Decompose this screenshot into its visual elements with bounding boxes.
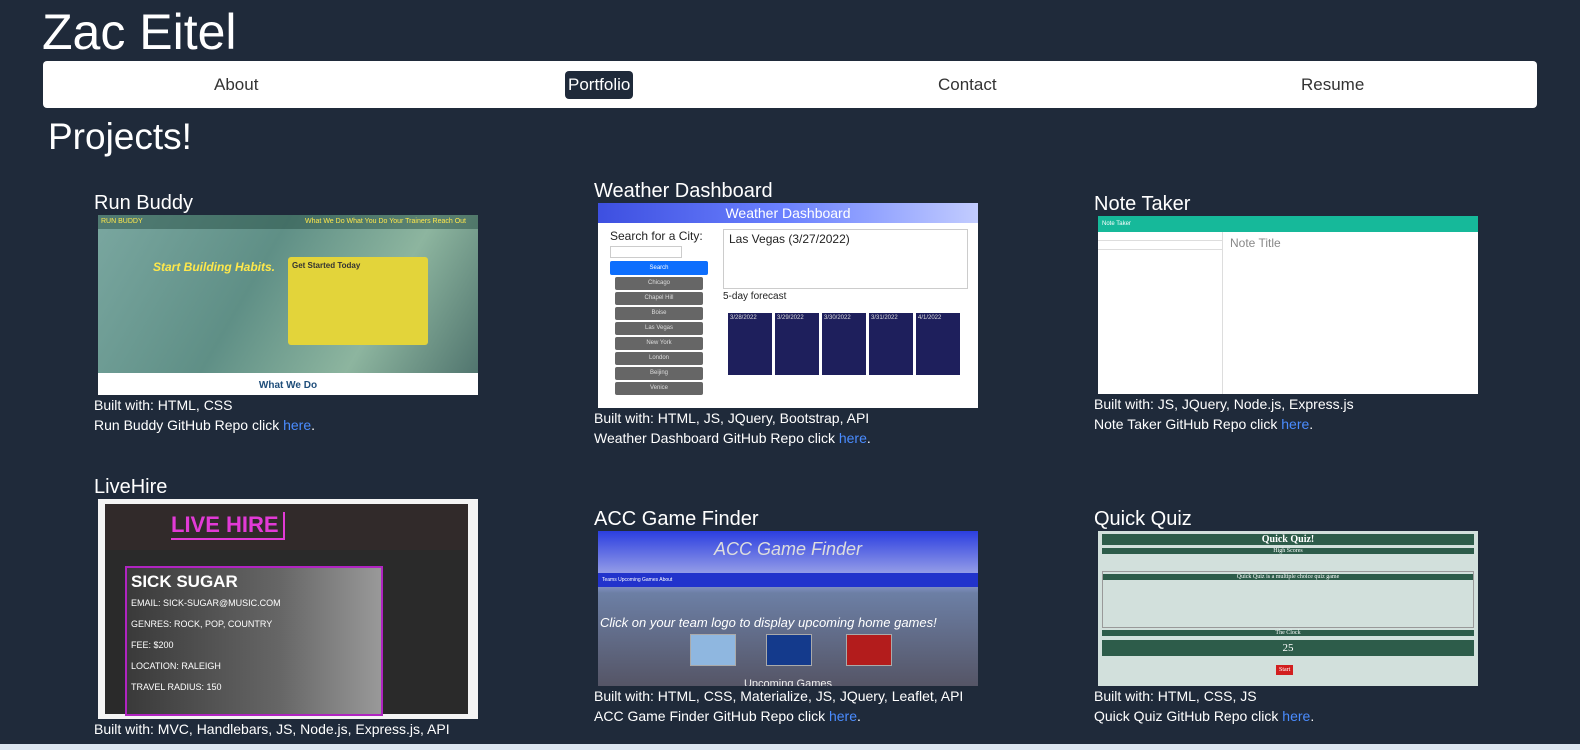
navbar: About Portfolio Contact Resume	[43, 61, 1537, 108]
site-name: Zac Eitel	[42, 4, 237, 60]
built-with: Built with: JS, JQuery, Node.js, Express…	[1094, 396, 1354, 412]
project-run-buddy: Run Buddy RUN BUDDY What We Do What You …	[94, 191, 514, 435]
thumb-clock: The Clock	[1102, 630, 1474, 636]
repo-link[interactable]: here	[1281, 416, 1309, 432]
thumb-card: SICK SUGAR EMAIL: SICK-SUGAR@MUSIC.COM G…	[125, 566, 383, 716]
thumb-header: Weather Dashboard	[598, 203, 978, 223]
browser-bottom-strip	[0, 744, 1580, 750]
repo-line: Quick Quiz GitHub Repo click here.	[1094, 708, 1315, 724]
thumb-logo: LIVE HIRE	[171, 512, 285, 540]
project-screenshot[interactable]: ACC Game Finder Teams Upcoming Games Abo…	[598, 531, 978, 686]
repo-line: Run Buddy GitHub Repo click here.	[94, 417, 316, 433]
built-with: Built with: HTML, JS, JQuery, Bootstrap,…	[594, 410, 870, 426]
section-title: Projects!	[48, 116, 192, 157]
project-note-taker: Note Taker Note Taker Note Title Built w…	[1094, 192, 1514, 434]
project-livehire: LiveHire LIVE HIRE SICK SUGAR EMAIL: SIC…	[94, 475, 514, 739]
thumb-headline: Start Building Habits.	[153, 260, 276, 274]
project-weather-dashboard: Weather Dashboard Weather Dashboard Sear…	[594, 179, 1014, 448]
thumb-city: Las Vegas (3/27/2022)	[723, 229, 968, 289]
thumb-forecast: 3/28/2022 3/29/2022 3/30/2022 3/31/2022 4/1/…	[728, 306, 973, 375]
built-with: Built with: MVC, Handlebars, JS, Node.js…	[94, 721, 450, 737]
thumb-sidebar	[1098, 232, 1223, 394]
project-quick-quiz: Quick Quiz Quick Quiz! High Scores Quick…	[1094, 507, 1514, 726]
project-title: Note Taker	[1094, 193, 1191, 215]
thumb-header: Note Taker	[1098, 216, 1478, 232]
repo-link[interactable]: here	[829, 708, 857, 724]
project-title: Run Buddy	[94, 192, 193, 214]
project-acc-game-finder: ACC Game Finder ACC Game Finder Teams Up…	[594, 507, 1014, 726]
thumb-footer: What We Do	[98, 373, 478, 395]
thumb-footer: Upcoming Games	[743, 678, 833, 686]
duke-logo-icon	[766, 634, 812, 666]
nav-about[interactable]: About	[211, 73, 261, 97]
thumb-links: What We Do What You Do Your Trainers Rea…	[305, 218, 466, 225]
repo-link[interactable]: here	[839, 430, 867, 446]
thumb-header: ACC Game Finder	[713, 539, 863, 559]
nav-contact[interactable]: Contact	[935, 73, 1000, 97]
ncstate-logo-icon	[846, 634, 892, 666]
thumb-header: RUN BUDDY What We Do What You Do Your Tr…	[98, 215, 478, 229]
repo-link[interactable]: here	[283, 417, 311, 433]
thumb-form: Get Started Today	[288, 257, 428, 345]
repo-line: Weather Dashboard GitHub Repo click here…	[594, 430, 871, 446]
built-with: Built with: HTML, CSS	[94, 397, 233, 413]
nav-resume[interactable]: Resume	[1298, 73, 1367, 97]
project-title: Weather Dashboard	[594, 180, 773, 202]
project-title: ACC Game Finder	[594, 508, 759, 530]
built-with: Built with: HTML, CSS, JS	[1094, 688, 1257, 704]
project-title: LiveHire	[94, 476, 168, 498]
project-screenshot[interactable]: LIVE HIRE SICK SUGAR EMAIL: SICK-SUGAR@M…	[98, 499, 478, 719]
repo-link[interactable]: here	[1282, 708, 1310, 724]
thumb-forecast-label: 5-day forecast	[723, 291, 787, 302]
project-title: Quick Quiz	[1094, 508, 1192, 530]
thumb-header: LIVE HIRE	[105, 504, 468, 550]
unc-logo-icon	[690, 634, 736, 666]
thumb-title: Quick Quiz!	[1102, 534, 1474, 545]
thumb-intro: Quick Quiz is a multiple choice quiz gam…	[1102, 571, 1474, 628]
repo-line: Note Taker GitHub Repo click here.	[1094, 416, 1314, 432]
project-screenshot[interactable]: Weather Dashboard Search for a City: Sea…	[598, 203, 978, 408]
thumb-start: Start	[1276, 665, 1294, 675]
thumb-message: Click on your team logo to display upcom…	[600, 615, 937, 630]
built-with: Built with: HTML, CSS, Materialize, JS, …	[594, 688, 964, 704]
project-screenshot[interactable]: Quick Quiz! High Scores Quick Quiz is a …	[1098, 531, 1478, 686]
thumb-sidebar: Search for a City: Search Chicago Chapel…	[610, 229, 708, 397]
thumb-note-title: Note Title	[1230, 236, 1281, 250]
thumb-logo: RUN BUDDY	[101, 218, 143, 225]
project-screenshot[interactable]: Note Taker Note Title	[1098, 216, 1478, 394]
thumb-scores: High Scores	[1102, 548, 1474, 554]
thumb-nav: Teams Upcoming Games About	[598, 573, 978, 587]
nav-portfolio[interactable]: Portfolio	[565, 71, 634, 99]
project-screenshot[interactable]: RUN BUDDY What We Do What You Do Your Tr…	[98, 215, 478, 395]
thumb-time: 25	[1102, 640, 1474, 656]
repo-line: ACC Game Finder GitHub Repo click here.	[594, 708, 861, 724]
